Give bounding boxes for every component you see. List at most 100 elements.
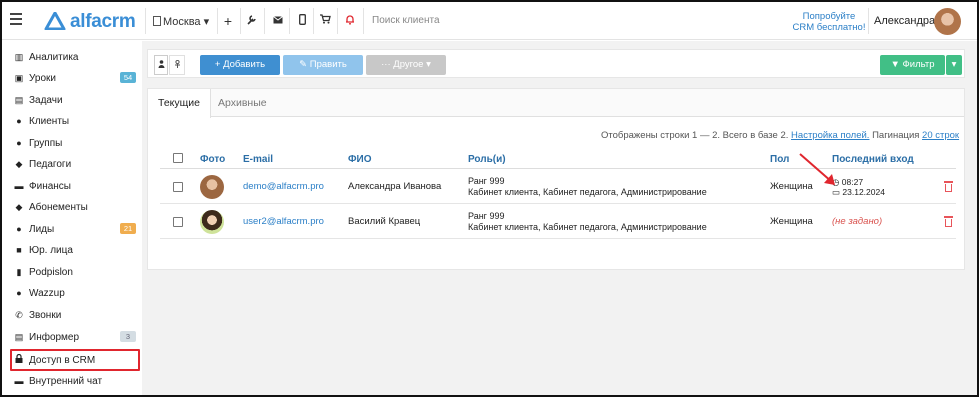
last-login-not-set: (не задано) [832, 216, 883, 227]
branch-selector[interactable]: Москва ▾ [153, 15, 209, 28]
graduation-cap-icon: ◆ [15, 159, 23, 169]
divider [264, 8, 265, 34]
column-email[interactable]: E-mail [243, 154, 273, 165]
column-roles[interactable]: Роль(и) [468, 154, 506, 165]
sidebar-item-calls[interactable]: ✆ Звонки [14, 307, 138, 323]
column-gender[interactable]: Пол [770, 154, 789, 165]
hamburger-menu-icon[interactable] [10, 13, 22, 25]
sidebar-item-label: Аналитика [29, 52, 79, 63]
sidebar-item-label: Задачи [29, 95, 63, 106]
sidebar-item-label: Podpislon [29, 267, 73, 278]
plus-icon[interactable]: + [222, 14, 234, 28]
lessons-count-badge: 54 [120, 72, 136, 83]
top-bar: alfacrm Москва ▾ + Поиск клиента Попробу… [2, 2, 977, 40]
user-name[interactable]: Александра [874, 15, 935, 27]
user-email[interactable]: user2@alfacrm.pro [243, 216, 324, 227]
briefcase-icon: ■ [16, 245, 22, 255]
logo-text: alfacrm [70, 11, 136, 32]
sidebar-item-label: Клиенты [29, 116, 70, 127]
sidebar-item-label: Доступ в CRM [29, 355, 96, 366]
last-login-date: 23.12.2024 [842, 187, 885, 197]
logo-mark-icon [44, 12, 66, 30]
delete-icon[interactable] [944, 181, 953, 192]
view-toggle-archive[interactable] [169, 55, 185, 75]
add-button[interactable]: + Добавить [200, 55, 280, 75]
filter-button[interactable]: ▼ Фильтр [880, 55, 945, 75]
column-last-login[interactable]: Последний вход [832, 154, 914, 165]
sidebar-item-label: Абонементы [29, 202, 88, 213]
column-photo[interactable]: Фото [200, 154, 225, 165]
user-gender: Женщина [770, 216, 813, 227]
row-checkbox[interactable] [173, 182, 183, 192]
divider [363, 8, 364, 34]
user-strike-icon [174, 59, 180, 68]
user-full-name: Василий Кравец [348, 216, 421, 227]
main-area: + Добавить ✎ Править ··· Другое ▾ ▼ Филь… [142, 41, 977, 395]
row-checkbox[interactable] [173, 217, 183, 227]
sidebar-item-lessons[interactable]: ▣ Уроки 54 [14, 70, 138, 86]
divider [289, 8, 290, 34]
user-role-list: Кабинет клиента, Кабинет педагога, Админ… [468, 187, 707, 197]
money-icon: ▬ [14, 181, 24, 191]
user-roles: Ранг 999 Кабинет клиента, Кабинет педаго… [468, 176, 707, 198]
rows-info-text: Отображены строки 1 — 2. Всего в базе 2. [601, 130, 789, 141]
sidebar-item-teachers[interactable]: ◆ Педагоги [14, 156, 138, 172]
sidebar-item-label: Финансы [29, 181, 71, 192]
wrench-icon[interactable] [246, 14, 258, 28]
view-toggle-user[interactable] [154, 55, 168, 75]
book-icon: ▥ [14, 52, 24, 62]
building-icon [153, 16, 161, 26]
try-line-2: CRM бесплатно! [792, 22, 866, 33]
column-name[interactable]: ФИО [348, 154, 372, 165]
sidebar-item-informer[interactable]: ▤ Информер 3 [14, 329, 138, 345]
tab-archived[interactable]: Архивные [208, 89, 277, 118]
file-icon: ▮ [16, 267, 22, 277]
last-login-time: 08:27 [841, 177, 864, 187]
sidebar-item-label: Группы [29, 138, 63, 149]
pagination-link[interactable]: 20 строк [922, 130, 959, 141]
sidebar-item-subscriptions[interactable]: ◆ Абонементы [14, 199, 138, 215]
divider [217, 8, 218, 34]
divider [868, 8, 869, 34]
sidebar-item-analytics[interactable]: ▥ Аналитика [14, 49, 138, 65]
sidebar-item-tasks[interactable]: ▤ Задачи [14, 92, 138, 108]
sidebar-item-internal-chat[interactable]: ▬ Внутренний чат [14, 373, 138, 389]
leads-count-badge: 21 [120, 223, 136, 234]
informer-count-badge: 3 [120, 331, 136, 342]
user-rank: Ранг 999 [468, 211, 505, 221]
try-crm-link[interactable]: Попробуйте CRM бесплатно! [789, 11, 869, 33]
table-row[interactable]: user2@alfacrm.pro Василий Кравец Ранг 99… [160, 205, 956, 239]
sidebar-item-legal-entities[interactable]: ■ Юр. лица [14, 242, 138, 258]
user-roles: Ранг 999 Кабинет клиента, Кабинет педаго… [468, 211, 707, 233]
avatar[interactable] [934, 8, 961, 35]
other-dropdown-button[interactable]: ··· Другое ▾ [366, 55, 446, 75]
sidebar-item-crm-access[interactable]: Доступ в CRM [14, 352, 138, 368]
lock-icon [14, 352, 24, 368]
filter-dropdown-caret[interactable]: ▾ [946, 55, 962, 75]
user-rank: Ранг 999 [468, 176, 505, 186]
delete-icon[interactable] [944, 216, 953, 227]
user-email[interactable]: demo@alfacrm.pro [243, 181, 324, 192]
sidebar-item-groups[interactable]: ● Группы [14, 135, 138, 151]
phone-icon: ✆ [15, 310, 23, 320]
sidebar-item-clients[interactable]: ● Клиенты [14, 113, 138, 129]
select-all-checkbox[interactable] [173, 153, 183, 163]
sidebar-item-wazzup[interactable]: ● Wazzup [14, 285, 138, 301]
branch-label: Москва [163, 16, 201, 28]
table-info: Отображены строки 1 — 2. Всего в базе 2.… [601, 130, 959, 141]
bell-icon[interactable] [344, 14, 356, 28]
mail-icon[interactable] [272, 14, 284, 28]
sidebar: ▥ Аналитика ▣ Уроки 54 ▤ Задачи ● Клиенты ● Гр… [2, 41, 142, 395]
sidebar-item-leads[interactable]: ● Лиды 21 [14, 221, 138, 237]
client-search-input[interactable]: Поиск клиента [372, 15, 440, 26]
sidebar-item-finance[interactable]: ▬ Финансы [14, 178, 138, 194]
tabs: Текущие Архивные [148, 89, 964, 118]
edit-button[interactable]: ✎ Править [283, 55, 363, 75]
cart-icon[interactable] [319, 14, 331, 28]
mobile-icon[interactable] [296, 14, 308, 28]
sidebar-item-podpislon[interactable]: ▮ Podpislon [14, 264, 138, 280]
tab-current[interactable]: Текущие [148, 89, 211, 118]
user-photo [200, 210, 224, 234]
field-settings-link[interactable]: Настройка полей. [791, 130, 869, 141]
sidebar-item-label: Информер [29, 332, 80, 343]
